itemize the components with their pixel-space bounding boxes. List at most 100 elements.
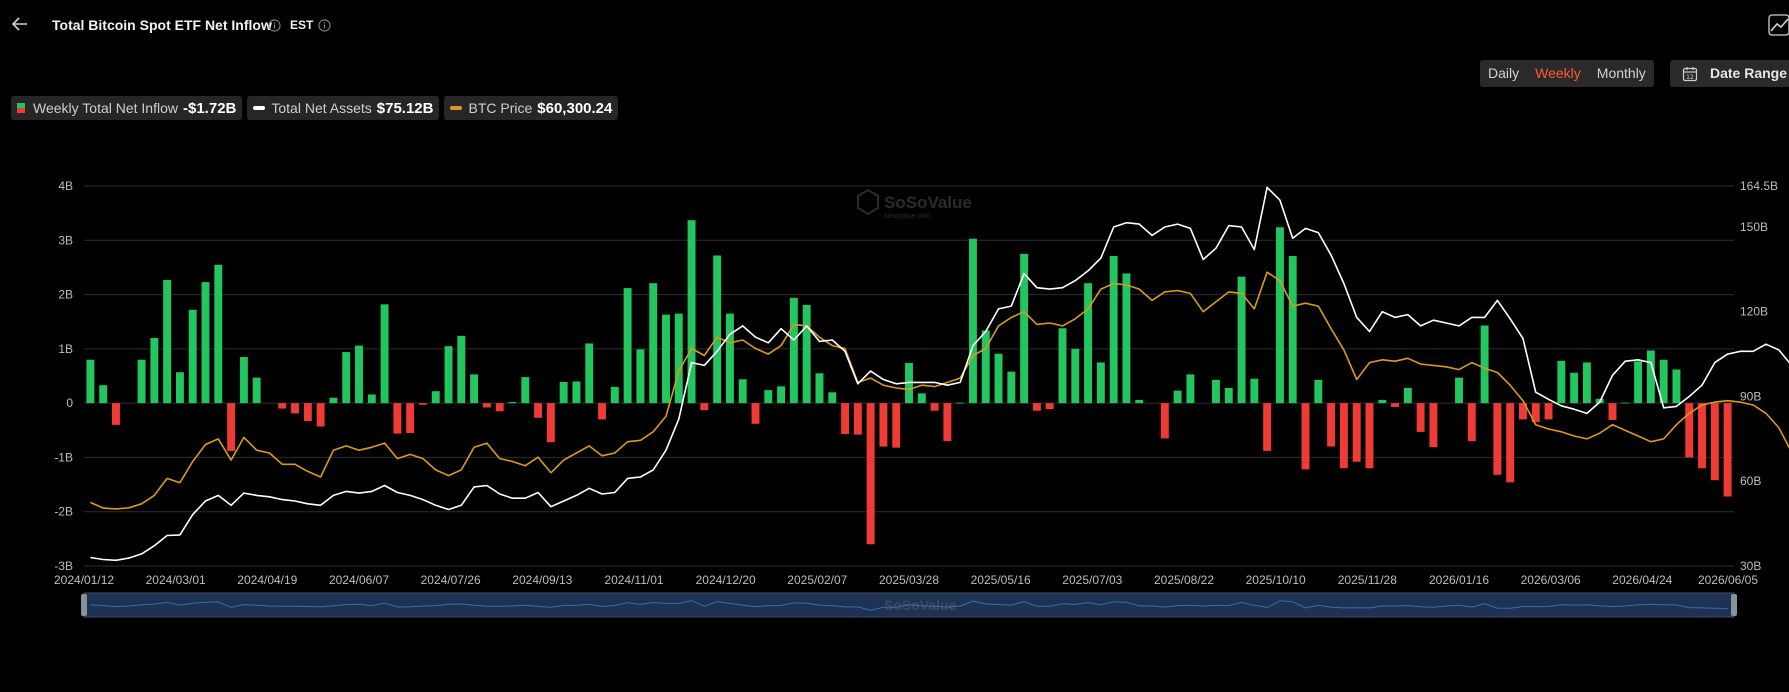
net-inflow-bar	[1007, 371, 1016, 404]
net-inflow-bar	[1250, 378, 1259, 404]
net-inflow-bar	[1084, 283, 1093, 404]
net-inflow-bar	[1710, 403, 1719, 481]
x-axis-tick-label: 2024/07/26	[421, 573, 481, 587]
net-inflow-bar	[329, 397, 338, 404]
left-axis-tick-label: 0	[66, 396, 73, 410]
net-inflow-bar	[1634, 361, 1643, 404]
net-inflow-bar	[917, 393, 926, 404]
net-inflow-bar	[1672, 369, 1681, 404]
net-inflow-bar	[943, 403, 952, 442]
net-inflow-bar	[380, 304, 389, 404]
x-axis-tick-label: 2025/08/22	[1154, 573, 1214, 587]
x-axis-tick-label: 2024/11/01	[604, 573, 663, 587]
net-inflow-bar	[355, 345, 363, 404]
net-inflow-bar	[700, 403, 709, 411]
right-axis-tick-label: 60B	[1740, 474, 1761, 488]
left-axis-tick-label: 2B	[58, 288, 73, 302]
net-inflow-bar	[1378, 399, 1387, 404]
net-inflow-bar	[815, 373, 824, 404]
left-axis-tick-label: 1B	[58, 342, 73, 356]
net-inflow-bar	[201, 282, 210, 404]
net-inflow-bar	[1480, 325, 1489, 404]
net-inflow-bar	[738, 379, 747, 404]
net-inflow-bar	[508, 402, 517, 404]
range-navigator: SoSoValue	[81, 592, 1737, 618]
x-axis-tick-label: 2026/01/16	[1429, 573, 1489, 587]
net-inflow-bar	[1557, 360, 1566, 404]
net-inflow-bar	[1570, 372, 1579, 404]
net-inflow-bar	[1416, 403, 1425, 432]
net-inflow-bar	[495, 403, 504, 412]
net-inflow-bar	[239, 357, 248, 404]
net-inflow-bar	[751, 403, 760, 424]
net-inflow-bar	[662, 314, 670, 404]
net-inflow-bar	[879, 403, 888, 447]
net-inflow-bar	[367, 394, 376, 404]
etf-flow-chart: 4B 3B 2B 1B 0 -1B -2B -3B 164.5B 150B 120B 90B 60B 30…	[54, 179, 1789, 618]
left-axis-tick-label: 3B	[58, 233, 73, 247]
net-inflow-bar	[1544, 403, 1553, 420]
net-inflow-bar	[1301, 403, 1310, 470]
net-inflow-bar	[431, 391, 440, 404]
net-inflow-bar	[725, 313, 734, 404]
net-inflow-bar	[1698, 403, 1706, 469]
left-axis-tick-label: 4B	[58, 179, 73, 193]
net-inflow-bar	[559, 381, 568, 404]
net-inflow-bar	[1429, 403, 1438, 448]
x-axis-tick-label: 2025/07/03	[1062, 573, 1122, 587]
net-inflow-bar	[150, 338, 159, 404]
net-inflow-bar	[853, 403, 862, 435]
net-inflow-bar	[137, 359, 146, 404]
net-inflow-bar	[802, 304, 811, 404]
net-inflow-bar	[1032, 403, 1041, 411]
watermark-brand: SoSoValue	[884, 193, 972, 212]
net-inflow-bar	[342, 352, 351, 404]
net-inflow-bar	[534, 403, 543, 418]
net-inflow-bar	[585, 343, 594, 404]
net-inflow-bar	[214, 264, 223, 404]
navigator-handle[interactable]	[81, 594, 87, 616]
net-inflow-bar	[1467, 403, 1476, 442]
net-inflow-bar	[1071, 348, 1080, 404]
net-inflow-bar	[175, 372, 184, 404]
left-axis-tick-label: -1B	[54, 450, 73, 464]
right-axis-tick-label: 90B	[1740, 389, 1761, 403]
net-inflow-bar	[610, 386, 619, 404]
net-inflow-bar	[1135, 399, 1144, 404]
x-axis-tick-label: 2024/01/12	[54, 573, 114, 587]
net-inflow-bar	[764, 390, 773, 404]
net-inflow-bar	[86, 359, 95, 404]
net-inflow-bar	[227, 403, 236, 451]
net-inflow-bar	[1122, 273, 1131, 404]
net-inflow-bar	[1493, 403, 1502, 475]
net-inflow-bar	[1263, 403, 1272, 451]
net-inflow-bar	[572, 381, 581, 404]
x-axis-tick-label: 2024/04/19	[237, 573, 297, 587]
watermark: SoSoValuesosovalue.com	[857, 188, 972, 220]
left-axis-tick-label: -3B	[54, 559, 73, 573]
net-inflow-bar	[252, 377, 261, 404]
net-inflow-bar	[188, 309, 197, 404]
net-inflow-bar	[994, 353, 1003, 404]
x-axis-tick-label: 2024/06/07	[329, 573, 389, 587]
x-axis-tick-label: 2025/03/28	[879, 573, 939, 587]
net-inflow-bar	[1186, 374, 1195, 404]
x-axis-tick-label: 2025/11/28	[1338, 573, 1397, 587]
net-inflow-bar	[278, 403, 287, 409]
net-inflow-bar	[1096, 362, 1105, 404]
net-inflow-bar	[841, 403, 850, 435]
net-inflow-bar	[291, 403, 300, 414]
x-axis-tick-label: 2025/05/16	[971, 573, 1031, 587]
net-inflow-bar	[470, 374, 479, 404]
navigator-handle[interactable]	[1731, 594, 1737, 616]
net-inflow-bar	[789, 297, 798, 404]
net-inflow-bar	[981, 330, 990, 404]
net-inflow-bar	[598, 403, 606, 420]
watermark-url: sosovalue.com	[884, 213, 931, 220]
net-inflow-bar	[418, 403, 427, 405]
net-inflow-bar	[1288, 256, 1297, 404]
net-inflow-bar	[1173, 390, 1182, 404]
net-inflow-bar	[1327, 403, 1336, 447]
net-inflow-bar	[1058, 328, 1067, 404]
net-inflow-bar	[1275, 227, 1284, 404]
